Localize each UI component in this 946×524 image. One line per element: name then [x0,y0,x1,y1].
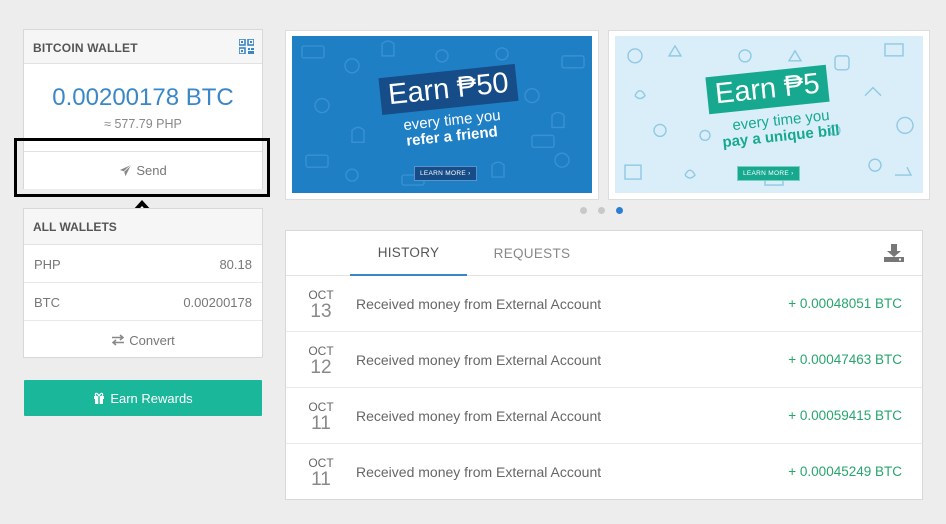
transaction-row[interactable]: OCT 12 Received money from External Acco… [286,332,922,388]
transaction-row[interactable]: OCT 11 Received money from External Acco… [286,444,922,500]
promo-banner-referral[interactable]: Earn ₱50 every time you refer a friend L… [285,30,599,200]
all-wallets-card: ALL WALLETS PHP 80.18 BTC 0.00200178 Con… [23,208,263,358]
transaction-row[interactable]: OCT 13 Received money from External Acco… [286,276,922,332]
carousel-dot[interactable] [598,207,605,214]
wallet-currency: PHP [34,257,61,272]
transaction-day: 13 [310,301,332,322]
history-tabs: HISTORY REQUESTS [286,231,922,276]
php-equivalent: ≈ 577.79 PHP [104,117,182,131]
exchange-arrows-icon [112,334,125,346]
transaction-description: Received money from External Account [356,464,602,480]
carousel-dot[interactable] [580,207,587,214]
learn-more-button[interactable]: LEARN MORE › [414,166,477,181]
transaction-row[interactable]: OCT 11 Received money from External Acco… [286,388,922,444]
tab-history[interactable]: HISTORY [350,231,467,276]
transaction-description: Received money from External Account [356,296,602,312]
bitcoin-wallet-header: BITCOIN WALLET [24,30,262,64]
learn-more-button[interactable]: LEARN MORE › [737,166,800,181]
convert-label: Convert [129,332,175,348]
promo-banner-bills[interactable]: Earn ₱5 every time you pay a unique bill… [608,30,930,200]
transaction-amount: + 0.00047463 BTC [788,352,902,367]
carousel-dot-active[interactable] [616,207,623,214]
bitcoin-wallet-title: BITCOIN WALLET [33,41,138,55]
transaction-month: OCT [308,344,334,358]
gift-icon [94,392,105,404]
convert-button[interactable]: Convert [24,322,262,358]
transaction-month: OCT [308,456,334,470]
wallet-row-btc[interactable]: BTC 0.00200178 [24,283,262,321]
transaction-month: OCT [308,400,334,414]
transaction-description: Received money from External Account [356,408,602,424]
transaction-day: 11 [311,469,331,490]
carousel-dots [580,207,623,214]
transaction-day: 12 [310,357,332,378]
transaction-amount: + 0.00045249 BTC [788,464,902,479]
highlight-box [14,138,270,197]
promo-banner-image: Earn ₱5 every time you pay a unique bill… [615,36,923,193]
all-wallets-title: ALL WALLETS [33,220,117,234]
btc-balance: 0.00200178 BTC [52,84,234,111]
wallet-row-php[interactable]: PHP 80.18 [24,245,262,283]
transaction-amount: + 0.00059415 BTC [788,408,902,423]
wallet-value: 0.00200178 [183,295,252,310]
transaction-description: Received money from External Account [356,352,602,368]
earn-rewards-label: Earn Rewards [110,390,193,406]
transaction-amount: + 0.00048051 BTC [788,296,902,311]
history-card: HISTORY REQUESTS OCT 13 Received money f… [285,230,923,500]
qr-code-icon[interactable] [239,39,254,54]
transaction-month: OCT [308,288,334,302]
wallet-value: 80.18 [219,257,252,272]
all-wallets-header: ALL WALLETS [24,209,262,245]
download-icon[interactable] [884,244,904,262]
wallet-currency: BTC [34,295,60,310]
earn-rewards-button[interactable]: Earn Rewards [24,380,262,416]
promo-banner-image: Earn ₱50 every time you refer a friend L… [292,36,592,193]
tab-requests[interactable]: REQUESTS [480,231,584,276]
transaction-day: 11 [311,413,331,434]
